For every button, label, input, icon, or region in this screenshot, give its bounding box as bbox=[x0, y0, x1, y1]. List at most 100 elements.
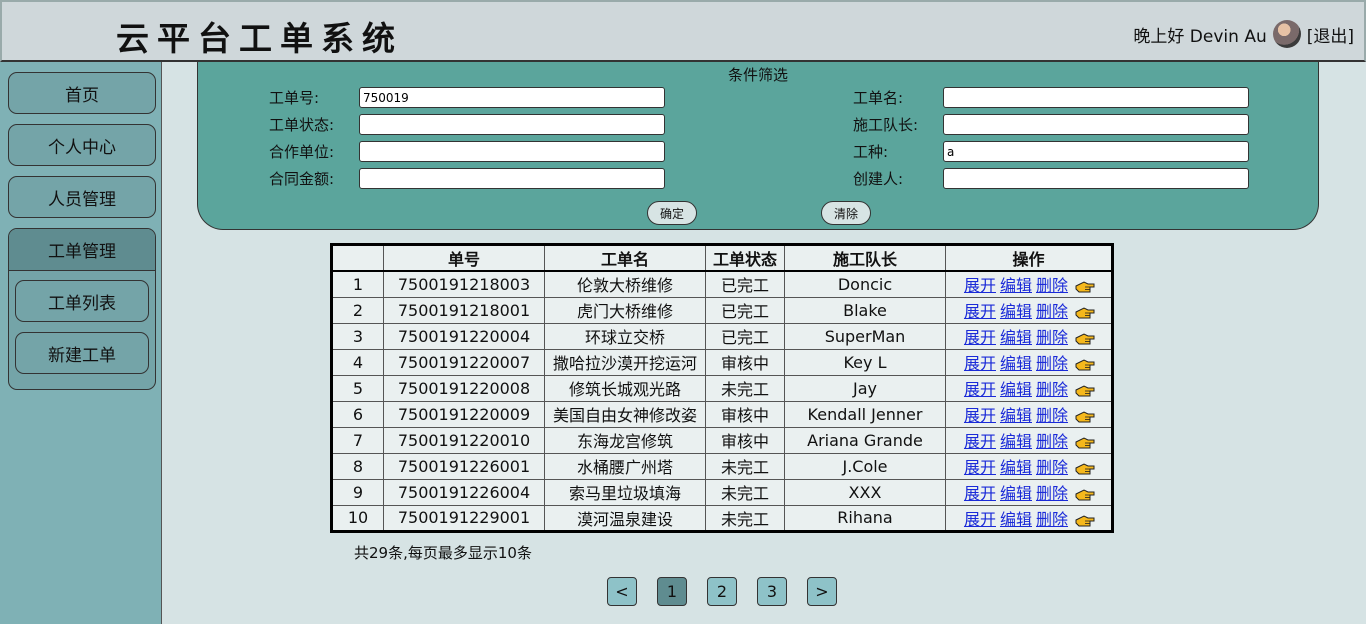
delete-link[interactable]: 删除 bbox=[1036, 328, 1068, 347]
row-status: 审核中 bbox=[705, 348, 785, 376]
page-1-button[interactable]: 1 bbox=[657, 577, 687, 606]
filter-title: 条件筛选 bbox=[727, 66, 788, 84]
edit-link[interactable]: 编辑 bbox=[1000, 484, 1032, 503]
edit-link[interactable]: 编辑 bbox=[1000, 380, 1032, 399]
leader-input[interactable] bbox=[943, 114, 1249, 135]
edit-link[interactable]: 编辑 bbox=[1000, 276, 1032, 295]
delete-link[interactable]: 删除 bbox=[1036, 276, 1068, 295]
row-order-no: 7500191218001 bbox=[383, 296, 545, 324]
clear-button[interactable]: 清除 bbox=[821, 201, 871, 225]
table-row: 7 7500191220010 东海龙宫修筑 审核中 Ariana Grande 展开 编辑… bbox=[331, 426, 1113, 454]
sidebar-item-workorder[interactable]: 工单管理 bbox=[9, 229, 155, 271]
delete-link[interactable]: 删除 bbox=[1036, 380, 1068, 399]
edit-link[interactable]: 编辑 bbox=[1000, 510, 1032, 529]
row-actions: 展开 编辑 删除 bbox=[945, 426, 1113, 454]
sidebar-item-home[interactable]: 首页 bbox=[8, 72, 156, 114]
expand-link[interactable]: 展开 bbox=[964, 484, 996, 503]
expand-link[interactable]: 展开 bbox=[964, 276, 996, 295]
partner-label: 合作单位: bbox=[269, 143, 335, 161]
col-header-actions: 操作 bbox=[945, 244, 1113, 272]
row-actions: 展开 编辑 删除 bbox=[945, 322, 1113, 350]
row-index: 3 bbox=[331, 322, 384, 350]
delete-link[interactable]: 删除 bbox=[1036, 458, 1068, 477]
edit-link[interactable]: 编辑 bbox=[1000, 406, 1032, 425]
table-header-row: 单号 工单名 工单状态 施工队长 操作 bbox=[331, 244, 1113, 272]
col-header-leader: 施工队长 bbox=[784, 244, 946, 272]
row-actions: 展开 编辑 删除 bbox=[945, 270, 1113, 298]
row-actions: 展开 编辑 删除 bbox=[945, 478, 1113, 506]
prev-page-button[interactable]: < bbox=[607, 577, 637, 606]
row-order-name: 漠河温泉建设 bbox=[544, 504, 706, 532]
row-order-name: 伦敦大桥维修 bbox=[544, 270, 706, 298]
delete-link[interactable]: 删除 bbox=[1036, 302, 1068, 321]
page-3-button[interactable]: 3 bbox=[757, 577, 787, 606]
order-no-input[interactable] bbox=[359, 87, 665, 108]
page-2-button[interactable]: 2 bbox=[707, 577, 737, 606]
pointing-hand-icon bbox=[1075, 356, 1095, 371]
row-index: 10 bbox=[331, 504, 384, 532]
sidebar-item-workorder-list[interactable]: 工单列表 bbox=[15, 280, 149, 322]
pointing-hand-icon bbox=[1075, 460, 1095, 475]
delete-link[interactable]: 删除 bbox=[1036, 432, 1068, 451]
sidebar-group-workorder: 工单管理 工单列表 新建工单 bbox=[8, 228, 156, 390]
row-order-no: 7500191220008 bbox=[383, 374, 545, 402]
expand-link[interactable]: 展开 bbox=[964, 302, 996, 321]
delete-link[interactable]: 删除 bbox=[1036, 484, 1068, 503]
row-leader: Jay bbox=[784, 374, 946, 402]
table-row: 5 7500191220008 修筑长城观光路 未完工 Jay 展开 编辑 删除 bbox=[331, 374, 1113, 402]
sidebar-item-new-workorder[interactable]: 新建工单 bbox=[15, 332, 149, 374]
table-row: 4 7500191220007 撒哈拉沙漠开挖运河 审核中 Key L 展开 编辑 删除 bbox=[331, 348, 1113, 376]
expand-link[interactable]: 展开 bbox=[964, 458, 996, 477]
edit-link[interactable]: 编辑 bbox=[1000, 302, 1032, 321]
confirm-button[interactable]: 确定 bbox=[647, 201, 697, 225]
expand-link[interactable]: 展开 bbox=[964, 510, 996, 529]
row-status: 审核中 bbox=[705, 400, 785, 428]
logout-link[interactable]: [退出] bbox=[1307, 22, 1354, 47]
col-header-name: 工单名 bbox=[544, 244, 706, 272]
delete-link[interactable]: 删除 bbox=[1036, 406, 1068, 425]
expand-link[interactable]: 展开 bbox=[964, 432, 996, 451]
edit-link[interactable]: 编辑 bbox=[1000, 328, 1032, 347]
row-status: 未完工 bbox=[705, 452, 785, 480]
col-header-no: 单号 bbox=[383, 244, 545, 272]
type-input[interactable] bbox=[943, 141, 1249, 162]
pointing-hand-icon bbox=[1075, 382, 1095, 397]
creator-input[interactable] bbox=[943, 168, 1249, 189]
app-title: 云平台工单系统 bbox=[116, 19, 403, 58]
filter-panel: 条件筛选 工单号: 工单名: 工单状态: 施工队长: 合作单位: 工种: 合同金… bbox=[197, 62, 1319, 230]
table-row: 1 7500191218003 伦敦大桥维修 已完工 Doncic 展开 编辑 删除 bbox=[331, 270, 1113, 298]
pointing-hand-icon bbox=[1075, 408, 1095, 423]
edit-link[interactable]: 编辑 bbox=[1000, 432, 1032, 451]
row-leader: Ariana Grande bbox=[784, 426, 946, 454]
row-status: 未完工 bbox=[705, 374, 785, 402]
edit-link[interactable]: 编辑 bbox=[1000, 458, 1032, 477]
expand-link[interactable]: 展开 bbox=[964, 406, 996, 425]
table-row: 8 7500191226001 水桶腰广州塔 未完工 J.Cole 展开 编辑 删除 bbox=[331, 452, 1113, 480]
row-index: 6 bbox=[331, 400, 384, 428]
row-status: 未完工 bbox=[705, 504, 785, 532]
row-order-name: 美国自由女神修改姿 bbox=[544, 400, 706, 428]
amount-input[interactable] bbox=[359, 168, 665, 189]
expand-link[interactable]: 展开 bbox=[964, 354, 996, 373]
next-page-button[interactable]: > bbox=[807, 577, 837, 606]
delete-link[interactable]: 删除 bbox=[1036, 510, 1068, 529]
amount-label: 合同金额: bbox=[269, 170, 335, 188]
expand-link[interactable]: 展开 bbox=[964, 380, 996, 399]
order-name-input[interactable] bbox=[943, 87, 1249, 108]
delete-link[interactable]: 删除 bbox=[1036, 354, 1068, 373]
status-input[interactable] bbox=[359, 114, 665, 135]
row-order-name: 环球立交桥 bbox=[544, 322, 706, 350]
row-order-no: 7500191220004 bbox=[383, 322, 545, 350]
row-actions: 展开 编辑 删除 bbox=[945, 374, 1113, 402]
expand-link[interactable]: 展开 bbox=[964, 328, 996, 347]
row-order-no: 7500191220010 bbox=[383, 426, 545, 454]
sidebar-item-staff[interactable]: 人员管理 bbox=[8, 176, 156, 218]
type-label: 工种: bbox=[853, 143, 889, 161]
edit-link[interactable]: 编辑 bbox=[1000, 354, 1032, 373]
row-order-name: 修筑长城观光路 bbox=[544, 374, 706, 402]
sidebar-item-profile[interactable]: 个人中心 bbox=[8, 124, 156, 166]
leader-label: 施工队长: bbox=[853, 116, 919, 134]
partner-input[interactable] bbox=[359, 141, 665, 162]
row-actions: 展开 编辑 删除 bbox=[945, 452, 1113, 480]
user-avatar[interactable] bbox=[1272, 20, 1301, 48]
